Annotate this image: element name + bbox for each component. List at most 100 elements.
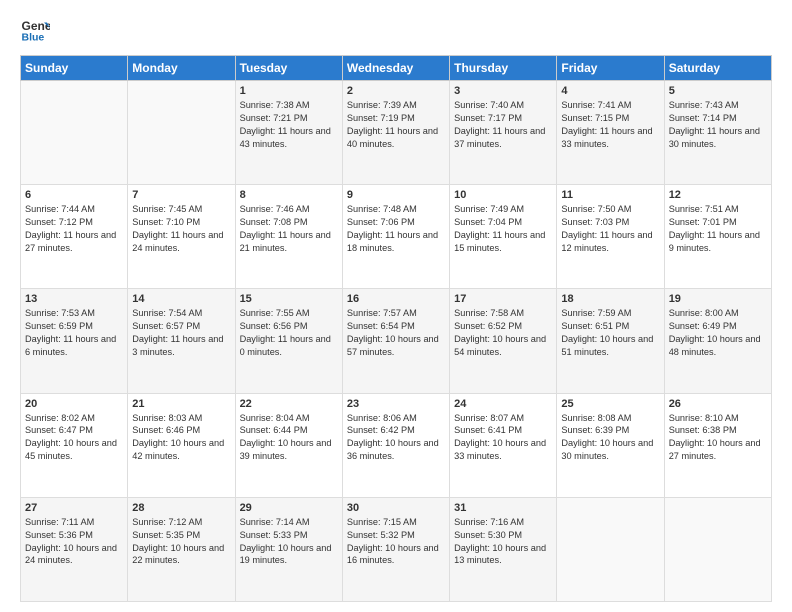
- weekday-header-sunday: Sunday: [21, 56, 128, 81]
- day-number: 6: [25, 189, 123, 201]
- day-number: 19: [669, 293, 767, 305]
- calendar-cell: 8 Sunrise: 7:46 AMSunset: 7:08 PMDaylight…: [235, 185, 342, 289]
- weekday-header-monday: Monday: [128, 56, 235, 81]
- day-number: 15: [240, 293, 338, 305]
- day-info: Sunrise: 7:50 AMSunset: 7:03 PMDaylight:…: [561, 203, 659, 255]
- calendar-cell: 23 Sunrise: 8:06 AMSunset: 6:42 PMDayligh…: [342, 393, 449, 497]
- calendar-table: SundayMondayTuesdayWednesdayThursdayFrid…: [20, 55, 772, 602]
- day-number: 7: [132, 189, 230, 201]
- calendar-week-1: 1Sunrise: 7:38 AMSunset: 7:21 PMDaylight…: [21, 81, 772, 185]
- calendar-cell: 25 Sunrise: 8:08 AMSunset: 6:39 PMDayligh…: [557, 393, 664, 497]
- weekday-header-thursday: Thursday: [450, 56, 557, 81]
- day-number: 31: [454, 502, 552, 514]
- svg-text:Blue: Blue: [22, 32, 45, 44]
- calendar-cell: 2 Sunrise: 7:39 AMSunset: 7:19 PMDaylight…: [342, 81, 449, 185]
- day-info: Sunrise: 7:51 AMSunset: 7:01 PMDaylight:…: [669, 203, 767, 255]
- day-number: 3: [454, 85, 552, 97]
- day-number: 16: [347, 293, 445, 305]
- calendar-cell: 24 Sunrise: 8:07 AMSunset: 6:41 PMDayligh…: [450, 393, 557, 497]
- day-info: Sunrise: 7:57 AMSunset: 6:54 PMDaylight:…: [347, 307, 445, 359]
- calendar-header-row: SundayMondayTuesdayWednesdayThursdayFrid…: [21, 56, 772, 81]
- day-info: Sunrise: 7:48 AMSunset: 7:06 PMDaylight:…: [347, 203, 445, 255]
- logo: General Blue: [20, 15, 54, 45]
- day-info: Sunrise: 8:04 AMSunset: 6:44 PMDaylight:…: [240, 412, 338, 464]
- day-number: 8: [240, 189, 338, 201]
- day-number: 11: [561, 189, 659, 201]
- calendar-cell: 19 Sunrise: 8:00 AMSunset: 6:49 PMDayligh…: [664, 289, 771, 393]
- day-info: Sunrise: 8:07 AMSunset: 6:41 PMDaylight:…: [454, 412, 552, 464]
- day-info: Sunrise: 8:02 AMSunset: 6:47 PMDaylight:…: [25, 412, 123, 464]
- calendar-cell: 20 Sunrise: 8:02 AMSunset: 6:47 PMDayligh…: [21, 393, 128, 497]
- logo-icon: General Blue: [20, 15, 50, 45]
- calendar-week-2: 6Sunrise: 7:44 AMSunset: 7:12 PMDaylight…: [21, 185, 772, 289]
- day-number: 22: [240, 398, 338, 410]
- day-info: Sunrise: 7:49 AMSunset: 7:04 PMDaylight:…: [454, 203, 552, 255]
- day-info: Sunrise: 8:08 AMSunset: 6:39 PMDaylight:…: [561, 412, 659, 464]
- day-number: 21: [132, 398, 230, 410]
- day-number: 14: [132, 293, 230, 305]
- weekday-header-friday: Friday: [557, 56, 664, 81]
- calendar-cell: 3 Sunrise: 7:40 AMSunset: 7:17 PMDaylight…: [450, 81, 557, 185]
- day-info: Sunrise: 7:14 AMSunset: 5:33 PMDaylight:…: [240, 516, 338, 568]
- day-info: Sunrise: 8:00 AMSunset: 6:49 PMDaylight:…: [669, 307, 767, 359]
- calendar-cell: 12 Sunrise: 7:51 AMSunset: 7:01 PMDayligh…: [664, 185, 771, 289]
- day-number: 2: [347, 85, 445, 97]
- day-number: 23: [347, 398, 445, 410]
- day-number: 26: [669, 398, 767, 410]
- calendar-cell: [664, 497, 771, 601]
- day-info: Sunrise: 7:39 AMSunset: 7:19 PMDaylight:…: [347, 99, 445, 151]
- calendar-cell: 9 Sunrise: 7:48 AMSunset: 7:06 PMDaylight…: [342, 185, 449, 289]
- weekday-header-wednesday: Wednesday: [342, 56, 449, 81]
- day-info: Sunrise: 7:54 AMSunset: 6:57 PMDaylight:…: [132, 307, 230, 359]
- day-info: Sunrise: 7:59 AMSunset: 6:51 PMDaylight:…: [561, 307, 659, 359]
- calendar-cell: 18 Sunrise: 7:59 AMSunset: 6:51 PMDayligh…: [557, 289, 664, 393]
- day-info: Sunrise: 7:15 AMSunset: 5:32 PMDaylight:…: [347, 516, 445, 568]
- day-number: 24: [454, 398, 552, 410]
- day-number: 4: [561, 85, 659, 97]
- calendar-cell: 4 Sunrise: 7:41 AMSunset: 7:15 PMDaylight…: [557, 81, 664, 185]
- day-info: Sunrise: 7:53 AMSunset: 6:59 PMDaylight:…: [25, 307, 123, 359]
- calendar-cell: [557, 497, 664, 601]
- calendar-cell: 7 Sunrise: 7:45 AMSunset: 7:10 PMDaylight…: [128, 185, 235, 289]
- calendar-cell: 1Sunrise: 7:38 AMSunset: 7:21 PMDaylight…: [235, 81, 342, 185]
- weekday-header-saturday: Saturday: [664, 56, 771, 81]
- day-number: 18: [561, 293, 659, 305]
- calendar-cell: 15 Sunrise: 7:55 AMSunset: 6:56 PMDayligh…: [235, 289, 342, 393]
- calendar-cell: 5Sunrise: 7:43 AMSunset: 7:14 PMDaylight…: [664, 81, 771, 185]
- day-info: Sunrise: 7:11 AMSunset: 5:36 PMDaylight:…: [25, 516, 123, 568]
- day-info: Sunrise: 7:45 AMSunset: 7:10 PMDaylight:…: [132, 203, 230, 255]
- day-number: 1: [240, 85, 338, 97]
- calendar-week-5: 27 Sunrise: 7:11 AMSunset: 5:36 PMDayligh…: [21, 497, 772, 601]
- day-info: Sunrise: 7:16 AMSunset: 5:30 PMDaylight:…: [454, 516, 552, 568]
- day-number: 29: [240, 502, 338, 514]
- day-info: Sunrise: 7:55 AMSunset: 6:56 PMDaylight:…: [240, 307, 338, 359]
- calendar-cell: 26Sunrise: 8:10 AMSunset: 6:38 PMDayligh…: [664, 393, 771, 497]
- calendar-cell: 13 Sunrise: 7:53 AMSunset: 6:59 PMDayligh…: [21, 289, 128, 393]
- calendar-week-4: 20 Sunrise: 8:02 AMSunset: 6:47 PMDayligh…: [21, 393, 772, 497]
- day-number: 9: [347, 189, 445, 201]
- calendar-cell: 21Sunrise: 8:03 AMSunset: 6:46 PMDayligh…: [128, 393, 235, 497]
- calendar-week-3: 13 Sunrise: 7:53 AMSunset: 6:59 PMDayligh…: [21, 289, 772, 393]
- day-info: Sunrise: 8:06 AMSunset: 6:42 PMDaylight:…: [347, 412, 445, 464]
- calendar-cell: 6Sunrise: 7:44 AMSunset: 7:12 PMDaylight…: [21, 185, 128, 289]
- day-info: Sunrise: 7:46 AMSunset: 7:08 PMDaylight:…: [240, 203, 338, 255]
- day-number: 12: [669, 189, 767, 201]
- calendar-cell: 29 Sunrise: 7:14 AMSunset: 5:33 PMDayligh…: [235, 497, 342, 601]
- calendar-cell: 22 Sunrise: 8:04 AMSunset: 6:44 PMDayligh…: [235, 393, 342, 497]
- day-number: 10: [454, 189, 552, 201]
- day-number: 27: [25, 502, 123, 514]
- weekday-header-tuesday: Tuesday: [235, 56, 342, 81]
- calendar-cell: [21, 81, 128, 185]
- day-number: 13: [25, 293, 123, 305]
- calendar-cell: 17Sunrise: 7:58 AMSunset: 6:52 PMDayligh…: [450, 289, 557, 393]
- day-number: 25: [561, 398, 659, 410]
- day-number: 30: [347, 502, 445, 514]
- day-info: Sunrise: 7:40 AMSunset: 7:17 PMDaylight:…: [454, 99, 552, 151]
- day-info: Sunrise: 7:41 AMSunset: 7:15 PMDaylight:…: [561, 99, 659, 151]
- calendar-cell: [128, 81, 235, 185]
- day-number: 20: [25, 398, 123, 410]
- day-info: Sunrise: 7:12 AMSunset: 5:35 PMDaylight:…: [132, 516, 230, 568]
- calendar-cell: 28Sunrise: 7:12 AMSunset: 5:35 PMDayligh…: [128, 497, 235, 601]
- calendar-cell: 11 Sunrise: 7:50 AMSunset: 7:03 PMDayligh…: [557, 185, 664, 289]
- calendar-cell: 30 Sunrise: 7:15 AMSunset: 5:32 PMDayligh…: [342, 497, 449, 601]
